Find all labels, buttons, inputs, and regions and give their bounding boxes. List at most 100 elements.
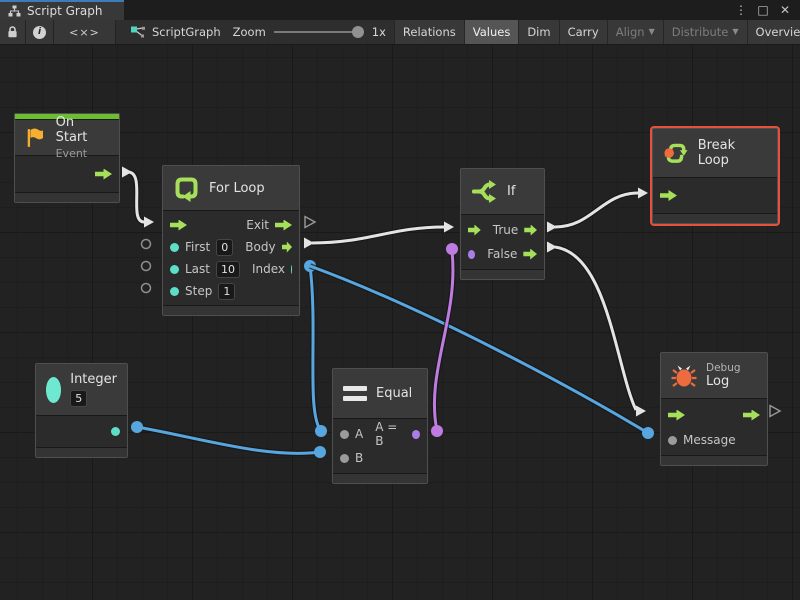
- tab-script-graph[interactable]: Script Graph: [0, 0, 124, 20]
- first-input-port[interactable]: [170, 243, 179, 252]
- a-port-label: A: [355, 427, 363, 441]
- carry-button[interactable]: Carry: [559, 20, 607, 44]
- chevron-down-icon: ▼: [649, 28, 655, 36]
- relations-label: Relations: [403, 25, 456, 39]
- relations-button[interactable]: Relations: [394, 20, 464, 44]
- flow-input-port[interactable]: [170, 220, 187, 231]
- break-loop-icon: [663, 140, 689, 167]
- loop-icon: [173, 175, 200, 202]
- debug-log-header[interactable]: Debug Log: [661, 353, 767, 399]
- branch-icon: [471, 178, 498, 205]
- lock-icon: [6, 25, 19, 39]
- step-input-port[interactable]: [170, 287, 179, 296]
- node-for-loop[interactable]: For Loop Exit First 0 Body: [162, 165, 300, 316]
- zoom-slider[interactable]: [274, 31, 364, 33]
- window-controls: ⋮ □ ✕: [732, 0, 800, 20]
- maximize-icon[interactable]: □: [754, 2, 772, 18]
- last-value-field[interactable]: 10: [216, 261, 240, 278]
- flow-input-port[interactable]: [468, 225, 481, 236]
- node-title: On Start: [56, 115, 109, 145]
- integer-output-port[interactable]: [111, 427, 120, 436]
- last-input-port[interactable]: [170, 265, 179, 274]
- flag-icon: [25, 126, 47, 150]
- graph-name-label: ScriptGraph: [152, 25, 221, 39]
- equal-header[interactable]: Equal: [333, 369, 427, 419]
- a-input-port[interactable]: [340, 430, 349, 439]
- flow-output-port[interactable]: [743, 410, 760, 421]
- node-title: If: [507, 184, 515, 199]
- zoom-value: 1x: [372, 25, 386, 39]
- code-view-icon: <×>: [69, 26, 100, 39]
- node-footer: [15, 192, 119, 202]
- zoom-label: Zoom: [233, 25, 266, 39]
- graph-toolbar: i <×> ScriptGraph Zoom 1x Relations: [0, 20, 800, 45]
- dim-button[interactable]: Dim: [518, 20, 558, 44]
- message-port-label: Message: [683, 433, 736, 447]
- false-port-label: False: [487, 247, 517, 261]
- titlebar-spacer: [124, 0, 732, 20]
- index-output-port[interactable]: [291, 265, 292, 274]
- on-start-header[interactable]: On Start Event: [15, 120, 119, 156]
- lock-button[interactable]: [0, 20, 26, 44]
- zoom-slider-handle[interactable]: [352, 26, 364, 38]
- integer-header[interactable]: Integer 5: [36, 364, 127, 416]
- zoom-control: Zoom 1x: [233, 20, 394, 44]
- chevron-down-icon: ▼: [732, 28, 738, 36]
- message-input-port[interactable]: [668, 436, 677, 445]
- node-title: Break Loop: [698, 138, 767, 168]
- align-button[interactable]: Align ▼: [607, 20, 663, 44]
- true-port-label: True: [493, 223, 519, 237]
- node-footer: [36, 447, 127, 457]
- step-value-field[interactable]: 1: [218, 283, 235, 300]
- if-header[interactable]: If: [461, 169, 544, 215]
- first-value-field[interactable]: 0: [216, 239, 233, 256]
- node-footer: [461, 269, 544, 279]
- false-output-port[interactable]: [523, 249, 537, 260]
- result-output-port[interactable]: [412, 430, 420, 439]
- last-port-label: Last: [185, 262, 210, 276]
- node-break-loop[interactable]: Break Loop: [652, 128, 778, 224]
- bug-icon: [671, 363, 697, 389]
- inspect-button[interactable]: i: [26, 20, 54, 44]
- node-footer: [661, 455, 767, 465]
- align-label: Align: [616, 25, 645, 39]
- exit-port-label: Exit: [246, 218, 269, 232]
- flow-output-port[interactable]: [95, 169, 112, 180]
- equals-icon: [343, 386, 367, 401]
- integer-icon: [46, 377, 61, 403]
- node-on-start[interactable]: On Start Event: [14, 113, 120, 203]
- result-port-label: A = B: [375, 420, 406, 448]
- node-title: Log: [706, 374, 741, 389]
- for-loop-header[interactable]: For Loop: [163, 166, 299, 211]
- node-kicker: Debug: [706, 362, 741, 374]
- values-label: Values: [473, 25, 511, 39]
- flow-input-port[interactable]: [660, 190, 677, 201]
- distribute-button[interactable]: Distribute ▼: [663, 20, 747, 44]
- toolbar-left-group: i <×>: [0, 20, 116, 44]
- exit-output-port[interactable]: [275, 220, 292, 231]
- node-debug-log[interactable]: Debug Log Message: [660, 352, 768, 466]
- true-output-port[interactable]: [524, 225, 537, 236]
- graph-hierarchy-icon: [8, 5, 21, 17]
- b-port-label: B: [355, 451, 363, 465]
- node-integer[interactable]: Integer 5: [35, 363, 128, 458]
- graph-reference[interactable]: ScriptGraph: [116, 20, 233, 44]
- condition-input-port[interactable]: [468, 250, 475, 259]
- node-equal[interactable]: Equal A A = B B: [332, 368, 428, 484]
- values-button[interactable]: Values: [464, 20, 519, 44]
- overview-button[interactable]: Overview: [747, 20, 800, 44]
- integer-value-field[interactable]: 5: [70, 390, 87, 407]
- close-icon[interactable]: ✕: [776, 2, 794, 18]
- b-input-port[interactable]: [340, 454, 349, 463]
- window-menu-icon[interactable]: ⋮: [732, 2, 750, 18]
- node-footer: [163, 305, 299, 315]
- code-view-button[interactable]: <×>: [54, 20, 116, 44]
- body-output-port[interactable]: [282, 242, 292, 253]
- step-port-label: Step: [185, 284, 212, 298]
- break-loop-header[interactable]: Break Loop: [653, 129, 777, 178]
- flow-input-port[interactable]: [668, 410, 685, 421]
- node-subtitle: Event: [56, 147, 109, 160]
- node-title: Equal: [376, 386, 412, 401]
- node-footer: [653, 213, 777, 223]
- node-if[interactable]: If True False: [460, 168, 545, 280]
